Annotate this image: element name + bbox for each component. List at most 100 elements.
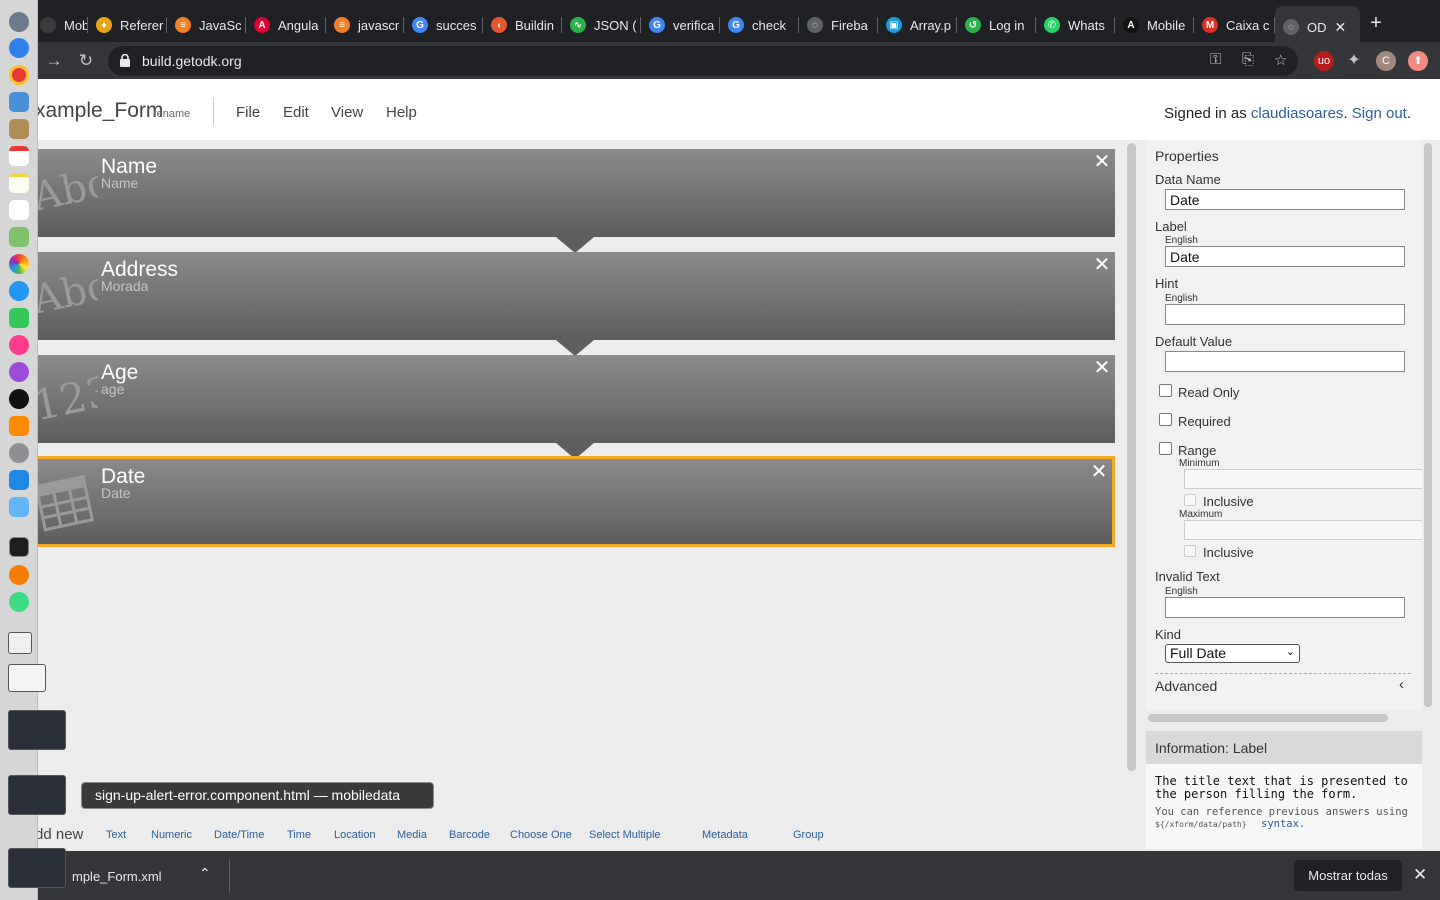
browser-tab[interactable]: ✆ Whats xyxy=(1036,8,1115,42)
close-icon[interactable]: ✕ xyxy=(1093,152,1111,172)
key-icon[interactable]: ⚿ xyxy=(1210,51,1221,68)
palette-select-multiple[interactable]: Select Multiple xyxy=(589,829,661,841)
translate-icon[interactable]: ⎘ xyxy=(1242,51,1254,68)
chevron-left-icon[interactable]: ‹ xyxy=(1399,676,1404,693)
menu-view[interactable]: View xyxy=(331,104,363,121)
palette-numeric[interactable]: Numeric xyxy=(151,829,192,841)
safari-icon[interactable] xyxy=(9,38,29,58)
maps-icon[interactable] xyxy=(9,227,29,247)
browser-tab[interactable]: ♦ Referer xyxy=(88,8,167,42)
finder-window-icon[interactable] xyxy=(9,497,29,517)
browser-tab[interactable]: ≡ JavaSc xyxy=(167,8,246,42)
minimum-inclusive-checkbox[interactable] xyxy=(1184,494,1196,506)
default-value-input[interactable] xyxy=(1165,351,1405,372)
palette-datetime[interactable]: Date/Time xyxy=(214,829,264,841)
sign-out-link[interactable]: Sign out xyxy=(1352,105,1407,122)
vscode-window-thumbnail[interactable] xyxy=(8,710,66,750)
android-studio-window-thumbnail[interactable] xyxy=(8,848,66,888)
browser-tab[interactable]: Gcheck xyxy=(720,8,799,42)
postman-icon[interactable] xyxy=(9,565,29,585)
new-tab-icon[interactable]: + xyxy=(1366,13,1386,33)
ublock-icon[interactable]: uo xyxy=(1314,51,1334,71)
photos-icon[interactable] xyxy=(9,254,29,274)
canvas-scrollbar[interactable] xyxy=(1127,143,1136,771)
books-icon[interactable] xyxy=(9,416,29,436)
form-control-selected[interactable]: Date Date ✕ xyxy=(38,456,1115,547)
reload-icon[interactable]: ↻ xyxy=(75,50,97,72)
close-icon[interactable]: ✕ xyxy=(1093,255,1111,275)
palette-media[interactable]: Media xyxy=(397,829,427,841)
form-control[interactable]: Abc Address Morada ✕ xyxy=(38,252,1115,340)
extensions-icon[interactable]: ✦ xyxy=(1344,51,1364,71)
android-studio-icon[interactable] xyxy=(9,592,29,612)
properties-scrollbar[interactable] xyxy=(1424,143,1432,707)
browser-tab[interactable]: ↺ Log in xyxy=(957,8,1036,42)
palette-group[interactable]: Group xyxy=(793,829,824,841)
rename-link[interactable]: rename xyxy=(153,108,190,120)
download-file-name[interactable]: mple_Form.xml xyxy=(72,869,162,884)
profile-avatar[interactable]: C xyxy=(1376,51,1396,71)
palette-barcode[interactable]: Barcode xyxy=(449,829,490,841)
required-checkbox[interactable] xyxy=(1159,413,1172,426)
terminal-icon[interactable] xyxy=(9,537,29,557)
browser-tab[interactable]: ≡ javascr xyxy=(326,8,404,42)
browser-tab[interactable]: ∿ JSON ( xyxy=(562,8,641,42)
username-link[interactable]: claudiasoares xyxy=(1251,105,1344,122)
system-preferences-icon[interactable] xyxy=(9,443,29,463)
show-all-button[interactable]: Mostrar todas xyxy=(1294,860,1402,891)
browser-tab[interactable]: ‹ Buildin xyxy=(483,8,562,42)
browser-tab[interactable]: ▣ Array.p xyxy=(878,8,957,42)
chevron-up-icon[interactable]: ⌃ xyxy=(199,865,211,882)
vscode-icon[interactable] xyxy=(9,470,29,490)
palette-text[interactable]: Text xyxy=(106,829,126,841)
menu-help[interactable]: Help xyxy=(386,104,417,121)
palette-time[interactable]: Time xyxy=(287,829,311,841)
address-bar[interactable]: build.getodk.org ⚿ ⎘ ☆ xyxy=(108,46,1298,76)
podcasts-icon[interactable] xyxy=(9,362,29,382)
messages-icon[interactable] xyxy=(9,281,29,301)
read-only-checkbox[interactable] xyxy=(1159,384,1172,397)
browser-tab[interactable]: A Angula xyxy=(246,8,326,42)
calendar-icon[interactable] xyxy=(9,146,29,166)
close-icon[interactable]: ✕ xyxy=(1090,462,1108,482)
contacts-icon[interactable] xyxy=(9,119,29,139)
hint-input[interactable] xyxy=(1165,304,1405,325)
facetime-icon[interactable] xyxy=(9,308,29,328)
range-checkbox[interactable] xyxy=(1159,442,1172,455)
invalid-text-input[interactable] xyxy=(1165,597,1405,618)
syntax-link[interactable]: syntax. xyxy=(1261,818,1305,830)
label-input[interactable] xyxy=(1165,246,1405,267)
browser-tab[interactable]: M Caixa c xyxy=(1194,8,1275,42)
close-icon[interactable]: ✕ xyxy=(1093,358,1111,378)
browser-tab[interactable]: A Mobile xyxy=(1115,8,1194,42)
advanced-toggle[interactable]: Advanced xyxy=(1155,678,1217,694)
launchpad-icon[interactable] xyxy=(9,12,29,32)
palette-location[interactable]: Location xyxy=(334,829,376,841)
browser-tab[interactable]: Gverifica xyxy=(641,8,720,42)
close-icon[interactable]: ✕ xyxy=(1413,865,1427,885)
properties-horizontal-scrollbar[interactable] xyxy=(1148,714,1388,722)
menu-file[interactable]: File xyxy=(236,104,260,121)
notes-icon[interactable] xyxy=(9,173,29,193)
minimum-input[interactable] xyxy=(1184,469,1422,489)
browser-tab[interactable]: Gsucces xyxy=(404,8,483,42)
maximum-input[interactable] xyxy=(1184,520,1422,540)
window-thumbnail[interactable] xyxy=(8,632,32,654)
browser-tab[interactable]: Mobile xyxy=(32,8,88,42)
form-control[interactable]: 123 Age age ✕ xyxy=(38,355,1115,443)
browser-tab[interactable]: ◌ Fireba xyxy=(799,8,878,42)
maximum-inclusive-checkbox[interactable] xyxy=(1184,545,1196,557)
window-thumbnail[interactable] xyxy=(8,664,46,692)
palette-metadata[interactable]: Metadata xyxy=(702,829,748,841)
star-icon[interactable]: ☆ xyxy=(1274,51,1287,69)
chrome-icon[interactable] xyxy=(9,65,29,85)
preview-icon[interactable] xyxy=(9,92,29,112)
reminders-icon[interactable] xyxy=(9,200,29,220)
forward-icon[interactable]: → xyxy=(43,50,65,72)
form-control[interactable]: Abc Name Name ✕ xyxy=(38,149,1115,237)
menu-edit[interactable]: Edit xyxy=(283,104,309,121)
data-name-input[interactable] xyxy=(1165,189,1405,210)
music-icon[interactable] xyxy=(9,335,29,355)
close-tab-icon[interactable]: ✕ xyxy=(1335,19,1347,36)
palette-choose-one[interactable]: Choose One xyxy=(510,829,572,841)
